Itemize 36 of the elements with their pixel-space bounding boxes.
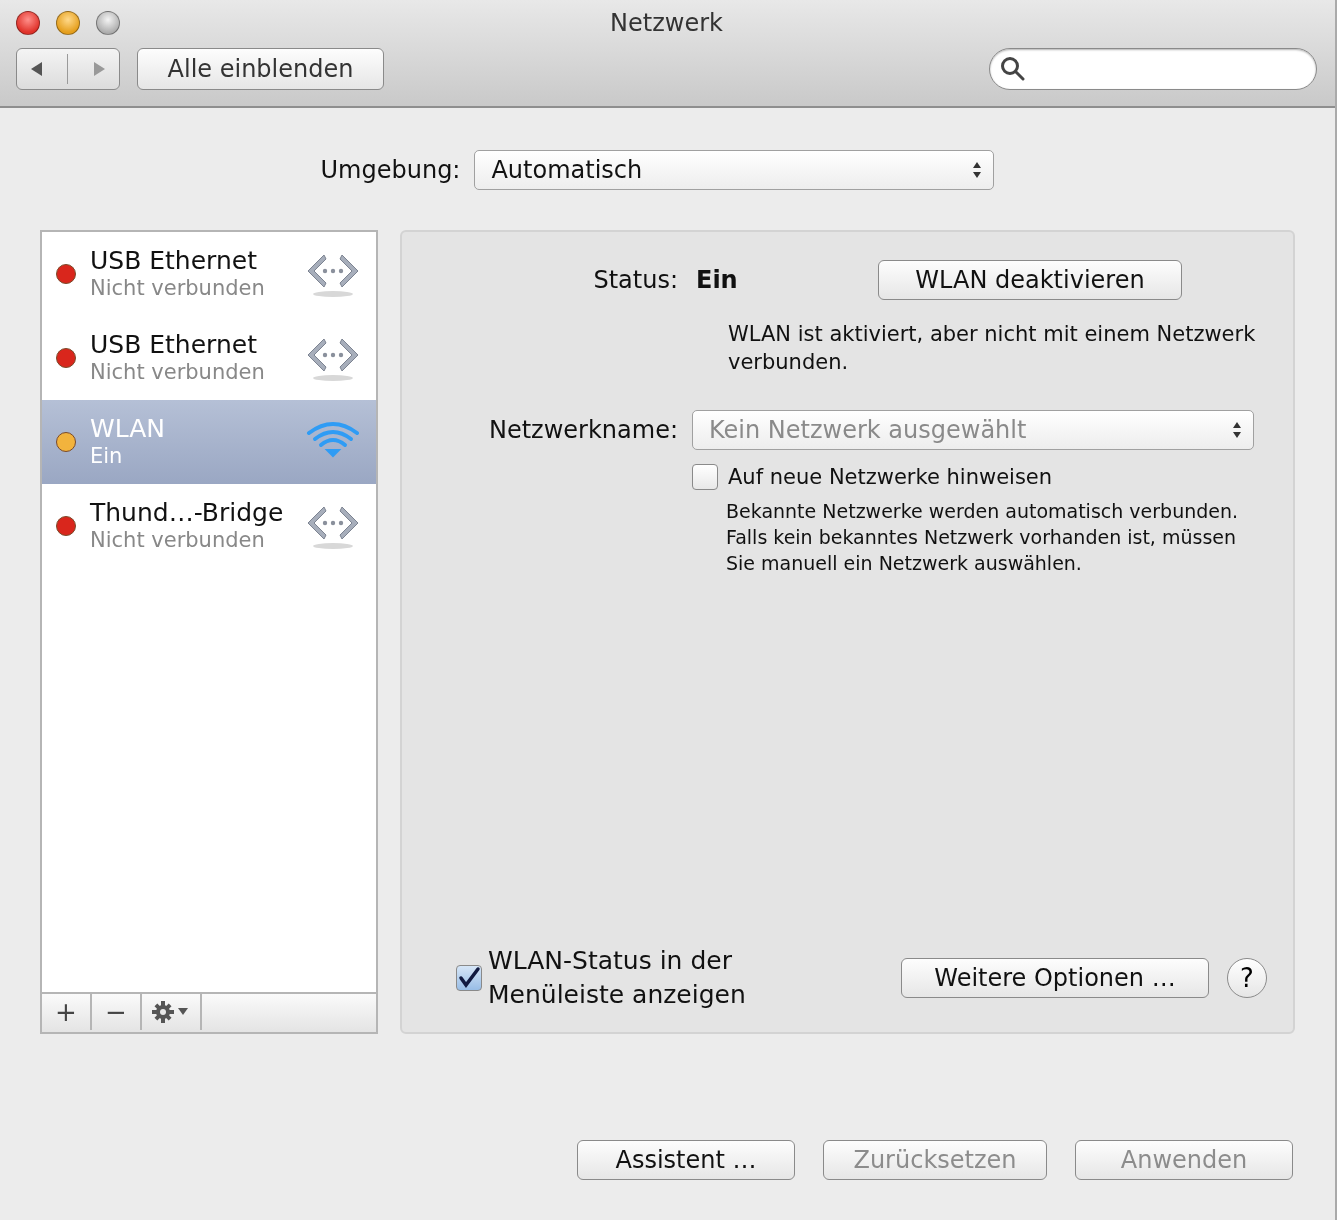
checkbox[interactable] (456, 965, 482, 991)
window-title: Netzwerk (610, 9, 723, 37)
hint-text: Bekannte Netzwerke werden automatisch verbunden. Falls kein bekanntes Netzwerk vorhanden ist, müssen Sie manuell ein Netzwerk auswählen. (726, 499, 1240, 576)
service-item[interactable]: USB Ethernet Nicht verbunden (42, 316, 376, 400)
status-description: WLAN ist aktiviert, aber nicht mit einem Netzwerk verbunden. (728, 321, 1257, 376)
service-name: USB Ethernet (90, 330, 258, 359)
search-field[interactable] (989, 48, 1317, 90)
add-button[interactable]: + (42, 994, 92, 1030)
service-item[interactable]: Thund…-Bridge Nicht verbunden (42, 484, 376, 568)
checkbox[interactable] (692, 464, 718, 490)
location-label: Umgebung: (320, 156, 461, 184)
service-name: Thund…-Bridge (90, 498, 285, 527)
service-status: Nicht verbunden (90, 359, 266, 386)
checkbox-label: Auf neue Netzwerke hinweisen (728, 465, 1053, 489)
service-status: Nicht verbunden (90, 527, 266, 554)
close-button[interactable] (16, 11, 40, 35)
checkbox-label: WLAN-Status in der Menüleiste anzeigen (488, 945, 747, 1011)
show-all-button[interactable]: Alle einblenden (137, 48, 384, 90)
remove-button[interactable]: − (92, 994, 142, 1030)
status-value: Ein (696, 266, 739, 294)
status-label: Status: (592, 266, 678, 294)
service-status: Ein (90, 443, 124, 470)
service-status: Nicht verbunden (90, 275, 266, 302)
network-name-label: Netzwerkname: (487, 416, 678, 444)
service-name: WLAN (90, 414, 167, 443)
wlan-toggle-button[interactable]: WLAN deaktivieren (878, 260, 1182, 300)
gear-icon (151, 1000, 191, 1024)
footer-button[interactable]: Assistent … (577, 1140, 795, 1180)
advanced-button[interactable]: Weitere Optionen … (901, 958, 1209, 998)
help-button[interactable]: ? (1227, 958, 1267, 998)
service-item[interactable]: USB Ethernet Nicht verbunden (42, 232, 376, 316)
zoom-button[interactable] (96, 11, 120, 35)
service-name: USB Ethernet (90, 246, 258, 275)
search-icon (1000, 56, 1026, 82)
minimize-button[interactable] (56, 11, 80, 35)
location-dropdown[interactable]: Automatisch (474, 150, 995, 190)
